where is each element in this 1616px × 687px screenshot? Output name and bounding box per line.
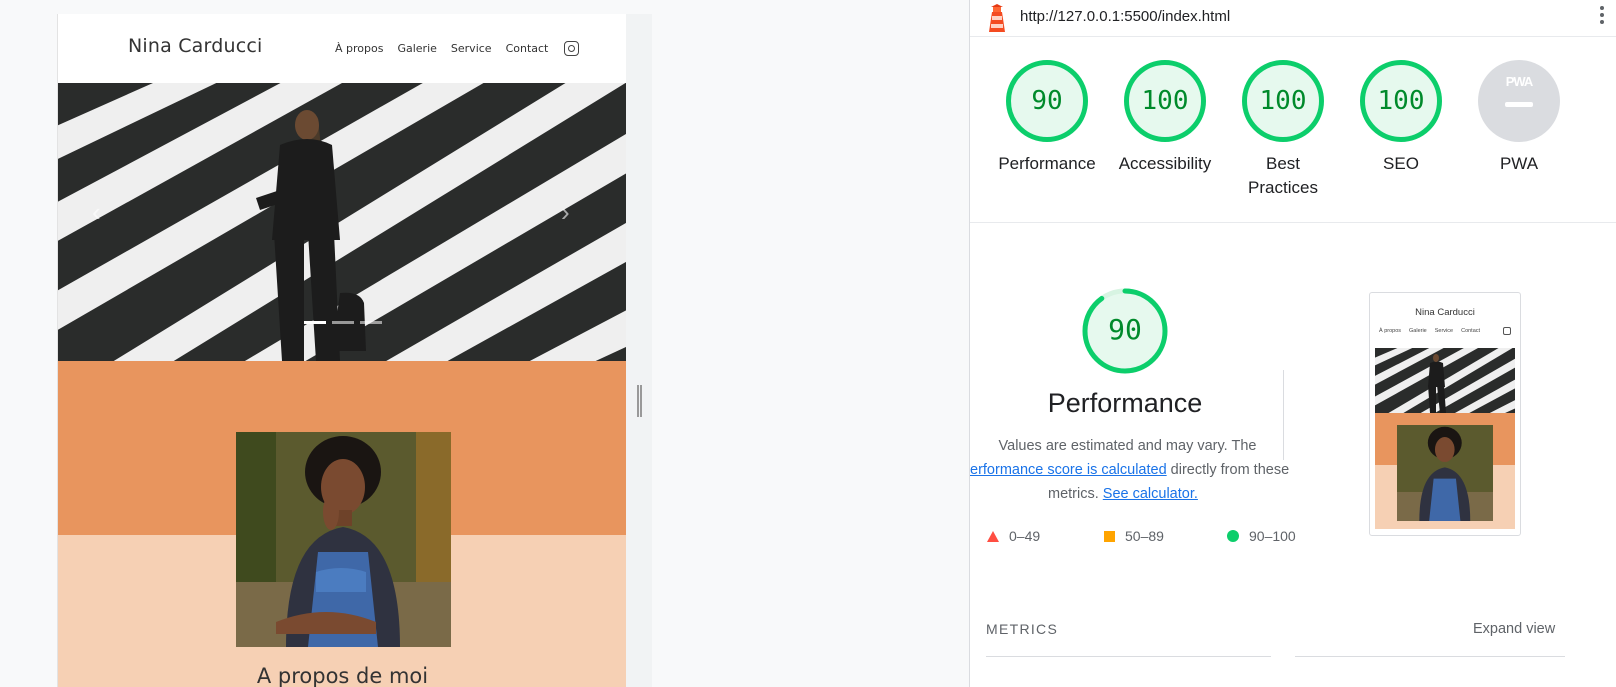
gauge-label: Accessibility	[1118, 154, 1212, 173]
gauge-label: Best Practices	[1248, 154, 1318, 197]
carousel-indicator[interactable]	[332, 321, 354, 324]
metrics-divider	[986, 656, 1271, 657]
score-value: 90	[1031, 86, 1063, 116]
carousel-indicator[interactable]	[304, 321, 326, 324]
carousel-indicators	[304, 321, 382, 324]
about-title: A propos de moi	[256, 664, 429, 687]
legend-pass: 90–100	[1227, 528, 1296, 544]
thumbnail-hero	[1375, 348, 1515, 413]
see-calculator-link[interactable]: See calculator.	[1103, 486, 1198, 502]
thumbnail-title: Nina Carducci	[1415, 307, 1475, 318]
description-line-3: metrics. See calculator.	[1048, 482, 1198, 506]
thumbnail-portrait	[1397, 425, 1493, 521]
lighthouse-logo-icon	[989, 4, 1005, 32]
legend-average: 50–89	[1104, 528, 1164, 544]
instagram-icon[interactable]	[564, 41, 580, 56]
pwa-badge-text: PWA	[1505, 74, 1534, 89]
site-header: Nina Carducci À propos Galerie Service C…	[58, 14, 627, 83]
vertical-divider	[1283, 370, 1284, 460]
gauge-best-practices[interactable]: 100 Best Practices	[1228, 60, 1338, 200]
nav-link-contact[interactable]: Contact	[506, 42, 549, 55]
metrics-heading: METRICS	[986, 621, 1059, 637]
gauge-label: Performance	[998, 154, 1096, 173]
carousel-indicator[interactable]	[360, 321, 382, 324]
gauge-performance[interactable]: 90 Performance	[992, 60, 1102, 176]
average-square-icon	[1104, 530, 1115, 542]
expand-view-button[interactable]: Expand view	[1473, 621, 1555, 637]
lighthouse-panel: http://127.0.0.1:5500/index.html 90 Perf…	[969, 0, 1616, 687]
score-gauges: 90 Performance 100 Accessibility 100 Bes…	[970, 60, 1616, 220]
gauge-seo[interactable]: 100 SEO	[1346, 60, 1456, 176]
thumbnail-nav: À propos Galerie Service Contact	[1379, 327, 1511, 335]
gauge-pwa[interactable]: PWA PWA	[1464, 60, 1574, 176]
hero-carousel[interactable]: ‹ ›	[58, 83, 627, 361]
score-value: 100	[1377, 86, 1425, 116]
score-value: 100	[1259, 86, 1307, 116]
description-text: Values are estimated and may vary. The	[998, 438, 1257, 454]
site-title[interactable]: Nina Carducci	[128, 35, 262, 57]
hero-image	[58, 83, 627, 361]
description-text: metrics.	[1048, 486, 1103, 502]
gauge-accessibility[interactable]: 100 Accessibility	[1110, 60, 1220, 176]
final-screenshot-thumbnail[interactable]: Nina Carducci À propos Galerie Service C…	[1369, 292, 1521, 536]
lighthouse-topbar: http://127.0.0.1:5500/index.html	[970, 0, 1616, 37]
carousel-next-icon[interactable]: ›	[561, 197, 570, 228]
website-viewport: Nina Carducci À propos Galerie Service C…	[57, 14, 627, 687]
site-nav: À propos Galerie Service Contact	[335, 41, 580, 56]
thumbnail-nav-item: À propos	[1379, 328, 1402, 334]
pwa-badge-icon: PWA	[1478, 60, 1560, 142]
description-text: directly from these	[1166, 462, 1290, 478]
thumbnail-nav-item: Contact	[1461, 328, 1481, 334]
pass-circle-icon	[1227, 530, 1239, 542]
resize-handle[interactable]	[637, 385, 642, 417]
report-url: http://127.0.0.1:5500/index.html	[1020, 8, 1231, 25]
nav-link-service[interactable]: Service	[451, 42, 492, 55]
fail-triangle-icon	[987, 530, 999, 542]
legend-fail: 0–49	[987, 528, 1040, 544]
performance-title: Performance	[1047, 388, 1203, 418]
carousel-prev-icon[interactable]: ‹	[92, 197, 101, 228]
thumbnail-nav-item: Galerie	[1409, 328, 1427, 334]
legend-average-label: 50–89	[1125, 528, 1164, 544]
performance-score: 90	[1108, 313, 1142, 346]
score-calculation-link[interactable]: erformance score is calculated	[970, 462, 1167, 478]
thumbnail-instagram-icon	[1503, 327, 1511, 335]
score-legend: 0–49 50–89 90–100	[987, 528, 1317, 548]
description-line-2: erformance score is calculated directly …	[970, 458, 1289, 482]
gauge-label: SEO	[1383, 154, 1419, 173]
viewport-gutter	[626, 14, 652, 687]
score-value: 100	[1141, 86, 1189, 116]
gauge-label: PWA	[1499, 154, 1539, 173]
legend-pass-label: 90–100	[1249, 528, 1296, 544]
thumbnail-nav-item: Service	[1434, 328, 1454, 334]
section-divider	[970, 222, 1616, 223]
more-options-icon[interactable]	[1600, 6, 1604, 27]
nav-link-about[interactable]: À propos	[335, 42, 383, 55]
nav-link-gallery[interactable]: Galerie	[397, 42, 436, 55]
metrics-divider	[1295, 656, 1565, 657]
legend-fail-label: 0–49	[1009, 528, 1041, 544]
portrait-photo	[236, 432, 451, 647]
